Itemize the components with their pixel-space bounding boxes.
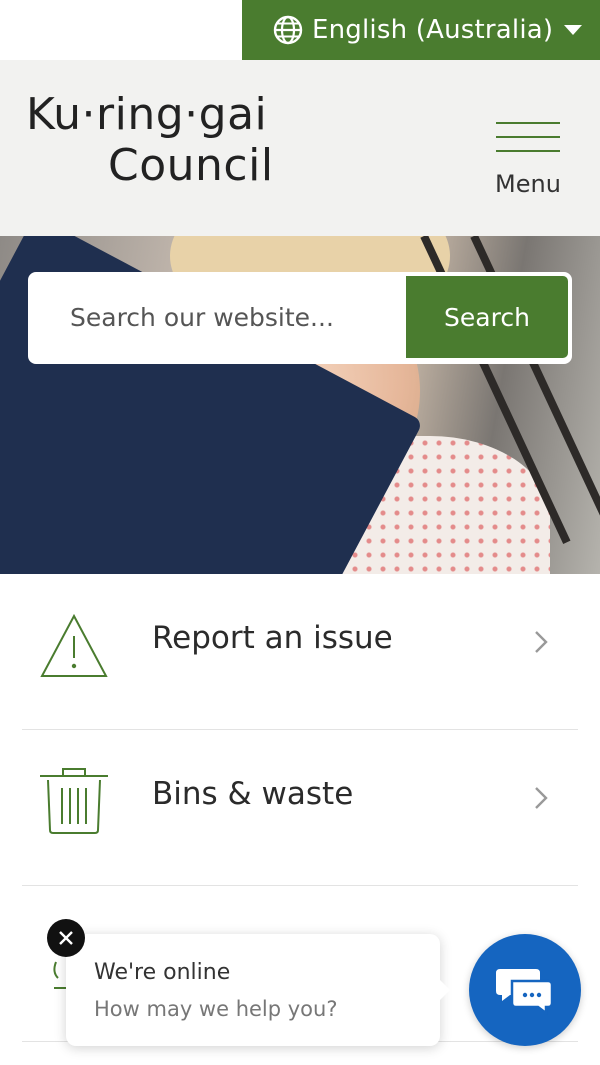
menu-label: Menu: [495, 170, 561, 198]
search-input[interactable]: [32, 276, 404, 358]
globe-icon: [273, 15, 303, 45]
search-bar: Search: [28, 272, 572, 364]
chat-launcher-button[interactable]: [469, 934, 581, 1046]
language-bar: English (Australia): [0, 0, 600, 60]
list-item-bins-waste[interactable]: Bins & waste: [22, 730, 578, 886]
close-icon: [59, 931, 73, 945]
hero-image: Search: [0, 236, 600, 574]
menu-button[interactable]: Menu: [490, 118, 566, 208]
chevron-right-icon: [535, 631, 548, 653]
site-header: Ku·ring·gai Council Menu: [0, 60, 600, 236]
chat-status: We're online: [94, 960, 231, 985]
trash-bin-icon: [40, 768, 108, 834]
list-item-label: Report an issue: [152, 620, 393, 656]
search-button[interactable]: Search: [406, 276, 568, 358]
hamburger-icon-line: [496, 122, 560, 124]
chat-prompt: How may we help you?: [94, 997, 338, 1021]
council-logo[interactable]: Ku·ring·gai Council: [26, 90, 274, 192]
logo-line-2: Council: [108, 140, 274, 191]
caret-down-icon: [564, 25, 582, 35]
chat-popup[interactable]: We're online How may we help you?: [66, 934, 450, 1046]
list-item-report-issue[interactable]: Report an issue: [22, 574, 578, 730]
chat-bubble-icon: [496, 969, 554, 1015]
language-selector[interactable]: English (Australia): [242, 0, 600, 60]
warning-triangle-icon: [40, 613, 108, 677]
hamburger-icon-line: [496, 136, 560, 138]
logo-line-1: Ku·ring·gai: [26, 89, 268, 140]
language-label: English (Australia): [312, 15, 554, 45]
chevron-right-icon: [535, 787, 548, 809]
chat-close-button[interactable]: [47, 919, 85, 957]
hamburger-icon-line: [496, 150, 560, 152]
list-item-label: Bins & waste: [152, 776, 354, 812]
